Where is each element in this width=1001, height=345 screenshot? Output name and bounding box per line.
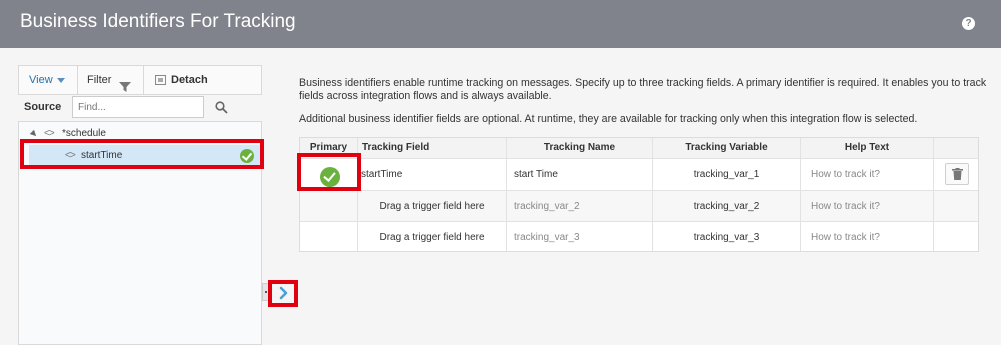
tracking-name-cell[interactable]: tracking_var_2 <box>514 191 580 222</box>
primary-check-icon[interactable] <box>320 167 340 187</box>
tree-node-label: *schedule <box>62 128 106 139</box>
toolbar-divider <box>143 66 144 94</box>
mapped-check-icon <box>240 149 254 163</box>
detach-icon <box>155 75 166 86</box>
tracking-variable-cell: tracking_var_1 <box>693 169 760 180</box>
source-toolbar: View Filter Detach <box>18 65 262 95</box>
column-header-primary: Primary <box>300 138 357 158</box>
detach-button[interactable]: Detach <box>155 66 208 94</box>
source-tree: <> *schedule <> startTime <box>18 121 262 345</box>
tree-node-schedule[interactable]: <> *schedule <box>19 124 259 144</box>
help-icon[interactable]: ? <box>962 17 975 30</box>
description-paragraph: Additional business identifier fields ar… <box>299 113 918 125</box>
filter-icon <box>118 75 131 93</box>
column-header-help-text: Help Text <box>801 138 933 158</box>
tree-node-starttime[interactable]: <> startTime <box>29 145 261 167</box>
chevron-down-icon <box>56 77 65 83</box>
panel-resize-handle[interactable] <box>262 283 269 301</box>
source-label: Source <box>24 101 62 113</box>
tracking-field-drop-target[interactable]: Drag a trigger field here <box>358 191 506 222</box>
title-bar: Business Identifiers For Tracking ? <box>0 0 1001 48</box>
source-panel: View Filter Detach Source <> *schedule <… <box>18 65 262 345</box>
column-header-actions <box>934 138 978 158</box>
expand-triangle-icon[interactable] <box>29 129 39 139</box>
code-icon: <> <box>65 150 76 161</box>
tracking-field-cell[interactable]: startTime <box>361 159 402 190</box>
expand-panel-button[interactable] <box>274 284 292 302</box>
tracking-variable-cell: tracking_var_3 <box>693 232 760 243</box>
find-input[interactable] <box>72 96 204 118</box>
detach-label: Detach <box>171 74 208 86</box>
help-text-cell[interactable]: How to track it? <box>811 191 880 222</box>
column-header-tracking-field: Tracking Field <box>358 138 506 158</box>
filter-label: Filter <box>87 74 112 86</box>
tracking-name-cell[interactable]: tracking_var_3 <box>514 222 580 253</box>
view-label: View <box>29 74 53 86</box>
code-icon: <> <box>44 128 55 139</box>
tracking-name-cell[interactable]: start Time <box>514 159 558 190</box>
view-menu[interactable]: View <box>29 66 65 94</box>
description-paragraph: Business identifiers enable runtime trac… <box>299 77 987 102</box>
tree-node-label: startTime <box>81 150 123 161</box>
delete-row-button[interactable] <box>945 163 969 185</box>
tracking-variable-cell: tracking_var_2 <box>693 201 760 212</box>
help-text-cell[interactable]: How to track it? <box>811 159 880 190</box>
column-divider <box>800 138 801 251</box>
filter-button[interactable]: Filter <box>87 66 131 94</box>
search-icon[interactable] <box>215 101 228 114</box>
trash-icon <box>952 168 963 180</box>
column-header-tracking-variable: Tracking Variable <box>653 138 800 158</box>
tracking-field-drop-target[interactable]: Drag a trigger field here <box>358 222 506 253</box>
help-text-cell[interactable]: How to track it? <box>811 222 880 253</box>
toolbar-divider <box>77 66 78 94</box>
column-divider <box>933 138 934 251</box>
tracking-fields-table: Primary Tracking Field Tracking Name Tra… <box>299 137 979 252</box>
column-divider <box>506 138 507 251</box>
dialog-title: Business Identifiers For Tracking <box>20 11 296 32</box>
column-header-tracking-name: Tracking Name <box>507 138 652 158</box>
